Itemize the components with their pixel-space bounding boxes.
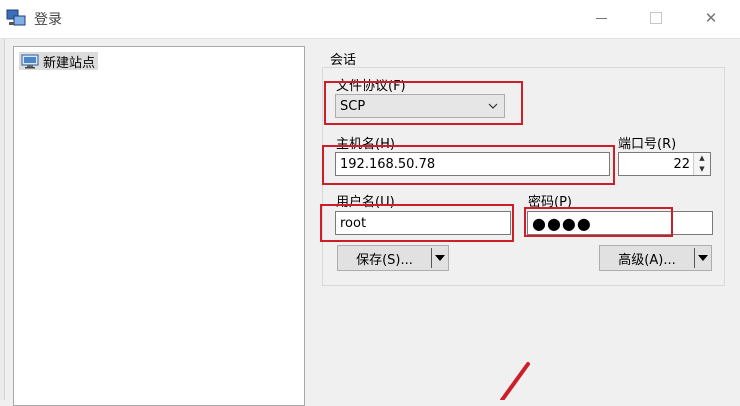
annotation-box-password xyxy=(524,207,673,237)
advanced-button-label: 高级(A)... xyxy=(618,252,676,268)
close-button[interactable]: ✕ xyxy=(688,0,734,36)
maximize-button[interactable] xyxy=(633,0,679,36)
annotation-box-host xyxy=(322,145,615,185)
title-bar: 登录 ✕ xyxy=(0,0,740,39)
window-left-edge xyxy=(0,39,5,400)
port-input[interactable]: 22 ▲ ▼ xyxy=(618,152,711,176)
port-spinner[interactable]: ▲ ▼ xyxy=(693,153,710,175)
monitor-icon xyxy=(21,54,39,68)
port-label: 端口号(R) xyxy=(618,137,677,152)
tree-item-new-site[interactable]: 新建站点 xyxy=(19,52,99,71)
dropdown-arrow-icon xyxy=(698,255,708,261)
save-dropdown[interactable] xyxy=(432,255,448,261)
minimize-button[interactable] xyxy=(578,0,624,36)
save-button-label: 保存(S)... xyxy=(356,252,413,268)
annotation-box-protocol xyxy=(324,81,523,125)
maximize-icon xyxy=(650,12,662,24)
close-icon: ✕ xyxy=(704,8,718,27)
port-value: 22 xyxy=(673,156,690,172)
save-button[interactable]: 保存(S)... xyxy=(337,245,449,271)
advanced-button[interactable]: 高级(A)... xyxy=(599,245,712,271)
spin-down-icon[interactable]: ▼ xyxy=(699,166,704,173)
advanced-dropdown[interactable] xyxy=(695,255,711,261)
annotation-box-user xyxy=(320,204,514,242)
minimize-icon xyxy=(595,17,607,19)
annotation-arrow xyxy=(500,362,530,400)
spin-up-icon[interactable]: ▲ xyxy=(699,155,704,162)
winscp-app-icon xyxy=(6,9,26,26)
site-tree[interactable]: 新建站点 xyxy=(13,46,305,406)
window-title: 登录 xyxy=(34,12,62,28)
dropdown-arrow-icon xyxy=(435,255,445,261)
tree-item-label: 新建站点 xyxy=(43,55,96,71)
session-group-label: 会话 xyxy=(330,53,357,68)
